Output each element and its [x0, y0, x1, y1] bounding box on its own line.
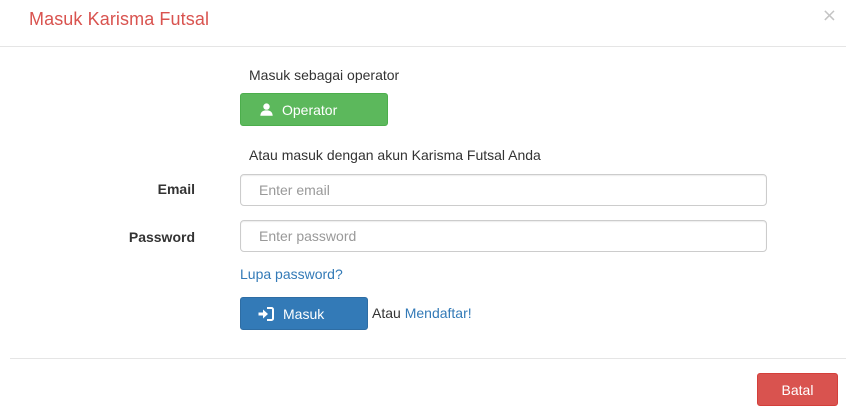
operator-intro-text: Masuk sebagai operator — [249, 67, 400, 83]
cancel-button[interactable]: Batal — [757, 373, 838, 406]
register-link[interactable]: Mendaftar! — [405, 305, 472, 321]
password-field[interactable] — [240, 220, 767, 252]
footer-divider — [10, 358, 846, 359]
submit-button[interactable]: Masuk — [240, 297, 368, 330]
email-label: Email — [157, 181, 195, 197]
modal-header: Masuk Karisma Futsal × — [0, 0, 846, 47]
modal-title: Masuk Karisma Futsal — [29, 9, 210, 29]
operator-button[interactable]: Operator — [240, 93, 388, 126]
or-text: Atau — [372, 305, 401, 321]
operator-button-label: Operator — [282, 101, 338, 118]
close-icon[interactable]: × — [822, 7, 837, 25]
password-label: Password — [128, 229, 195, 245]
submit-button-label: Masuk — [283, 305, 325, 322]
forgot-password-link[interactable]: Lupa password? — [240, 266, 343, 282]
register-line: Atau Mendaftar! — [372, 305, 472, 321]
cancel-button-label: Batal — [781, 381, 814, 398]
user-icon — [260, 103, 273, 116]
sign-in-icon — [258, 306, 274, 321]
email-field[interactable] — [240, 174, 767, 206]
account-intro-text: Atau masuk dengan akun Karisma Futsal An… — [249, 147, 541, 163]
